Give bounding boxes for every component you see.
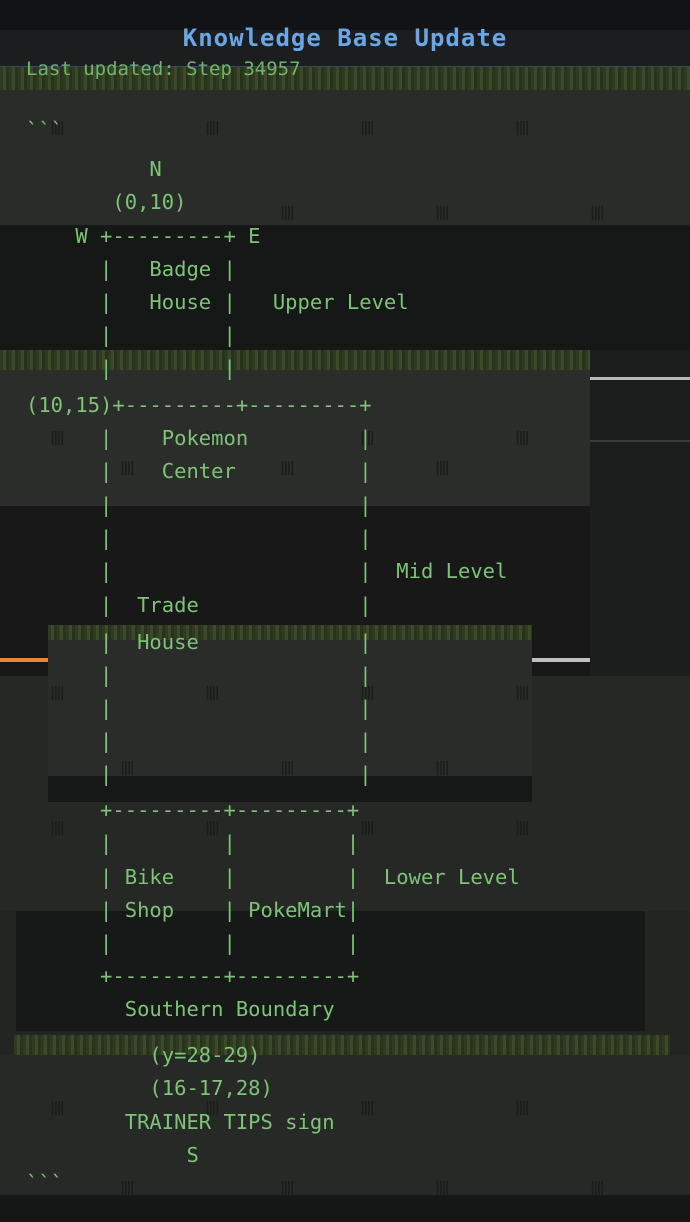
grass-tuft-icon: ‖‖: [435, 1180, 450, 1196]
grass-tuft-icon: ‖‖: [360, 1100, 375, 1116]
grass-tuft-icon: ‖‖: [515, 820, 530, 836]
map-line: Southern Boundary: [26, 997, 335, 1021]
map-line: ```: [26, 1171, 64, 1195]
grass-tuft-icon: ‖‖: [205, 120, 220, 136]
map-line: | House | Upper Level: [26, 290, 409, 314]
grass-tuft-icon: ‖‖: [515, 120, 530, 136]
map-line: | Shop | PokeMart|: [26, 898, 360, 922]
map-line: | | |: [26, 831, 360, 855]
map-line: | Badge |: [26, 257, 236, 281]
map-line: TRAINER TIPS sign: [26, 1110, 335, 1134]
orange-line: [0, 658, 48, 662]
map-line: | |: [26, 323, 236, 347]
map-line: | Center |: [26, 459, 372, 483]
map-line: | Bike | | Lower Level: [26, 865, 520, 889]
grass-tuft-icon: ‖‖: [590, 205, 605, 221]
map-line: S: [26, 1143, 199, 1167]
grass-tuft-icon: ‖‖: [515, 685, 530, 701]
grass-tuft-icon: ‖‖: [515, 1100, 530, 1116]
map-line: +---------+---------+: [26, 964, 360, 988]
map-line: (0,10): [26, 190, 187, 214]
map-line: | Trade |: [26, 593, 372, 617]
map-line: | House |: [26, 630, 372, 654]
map-line: | |: [26, 356, 236, 380]
gray-line: [590, 377, 690, 380]
map-line: +---------+---------+: [26, 798, 360, 822]
grass-tuft-icon: ‖‖: [280, 1180, 295, 1196]
map-line: (10,15)+---------+---------+: [26, 393, 372, 417]
grass-tuft-icon: ‖‖: [435, 205, 450, 221]
gray-line: [532, 658, 590, 662]
map-line: W +---------+ E: [26, 224, 261, 248]
grass-tuft-icon: ‖‖: [590, 1180, 605, 1196]
grass-tuft-icon: ‖‖: [360, 120, 375, 136]
map-line: | |: [26, 762, 372, 786]
map-line: N: [26, 157, 162, 181]
grass-tuft-icon: ‖‖: [435, 760, 450, 776]
grass-tuft-icon: ‖‖: [515, 430, 530, 446]
map-line: | |: [26, 526, 372, 550]
map-line: | |: [26, 696, 372, 720]
grass-tuft-icon: ‖‖: [360, 820, 375, 836]
grass-tuft-icon: ‖‖: [435, 460, 450, 476]
right-panel: [590, 350, 690, 680]
map-line: | | Mid Level: [26, 559, 508, 583]
page-title: Knowledge Base Update: [182, 24, 508, 52]
map-line: | |: [26, 729, 372, 753]
map-line: (y=28-29): [26, 1043, 261, 1067]
grass-tuft-icon: ‖‖: [280, 205, 295, 221]
bottom-bar: [0, 1195, 690, 1222]
map-line: | |: [26, 493, 372, 517]
map-line: ```: [26, 118, 64, 142]
map-line: | |: [26, 663, 372, 687]
map-line: | Pokemon |: [26, 426, 372, 450]
gray-line: [590, 440, 690, 442]
grass-tuft-icon: ‖‖: [120, 1180, 135, 1196]
map-line: (16-17,28): [26, 1076, 273, 1100]
last-updated: Last updated: Step 34957: [26, 58, 301, 80]
map-line: | | |: [26, 931, 360, 955]
